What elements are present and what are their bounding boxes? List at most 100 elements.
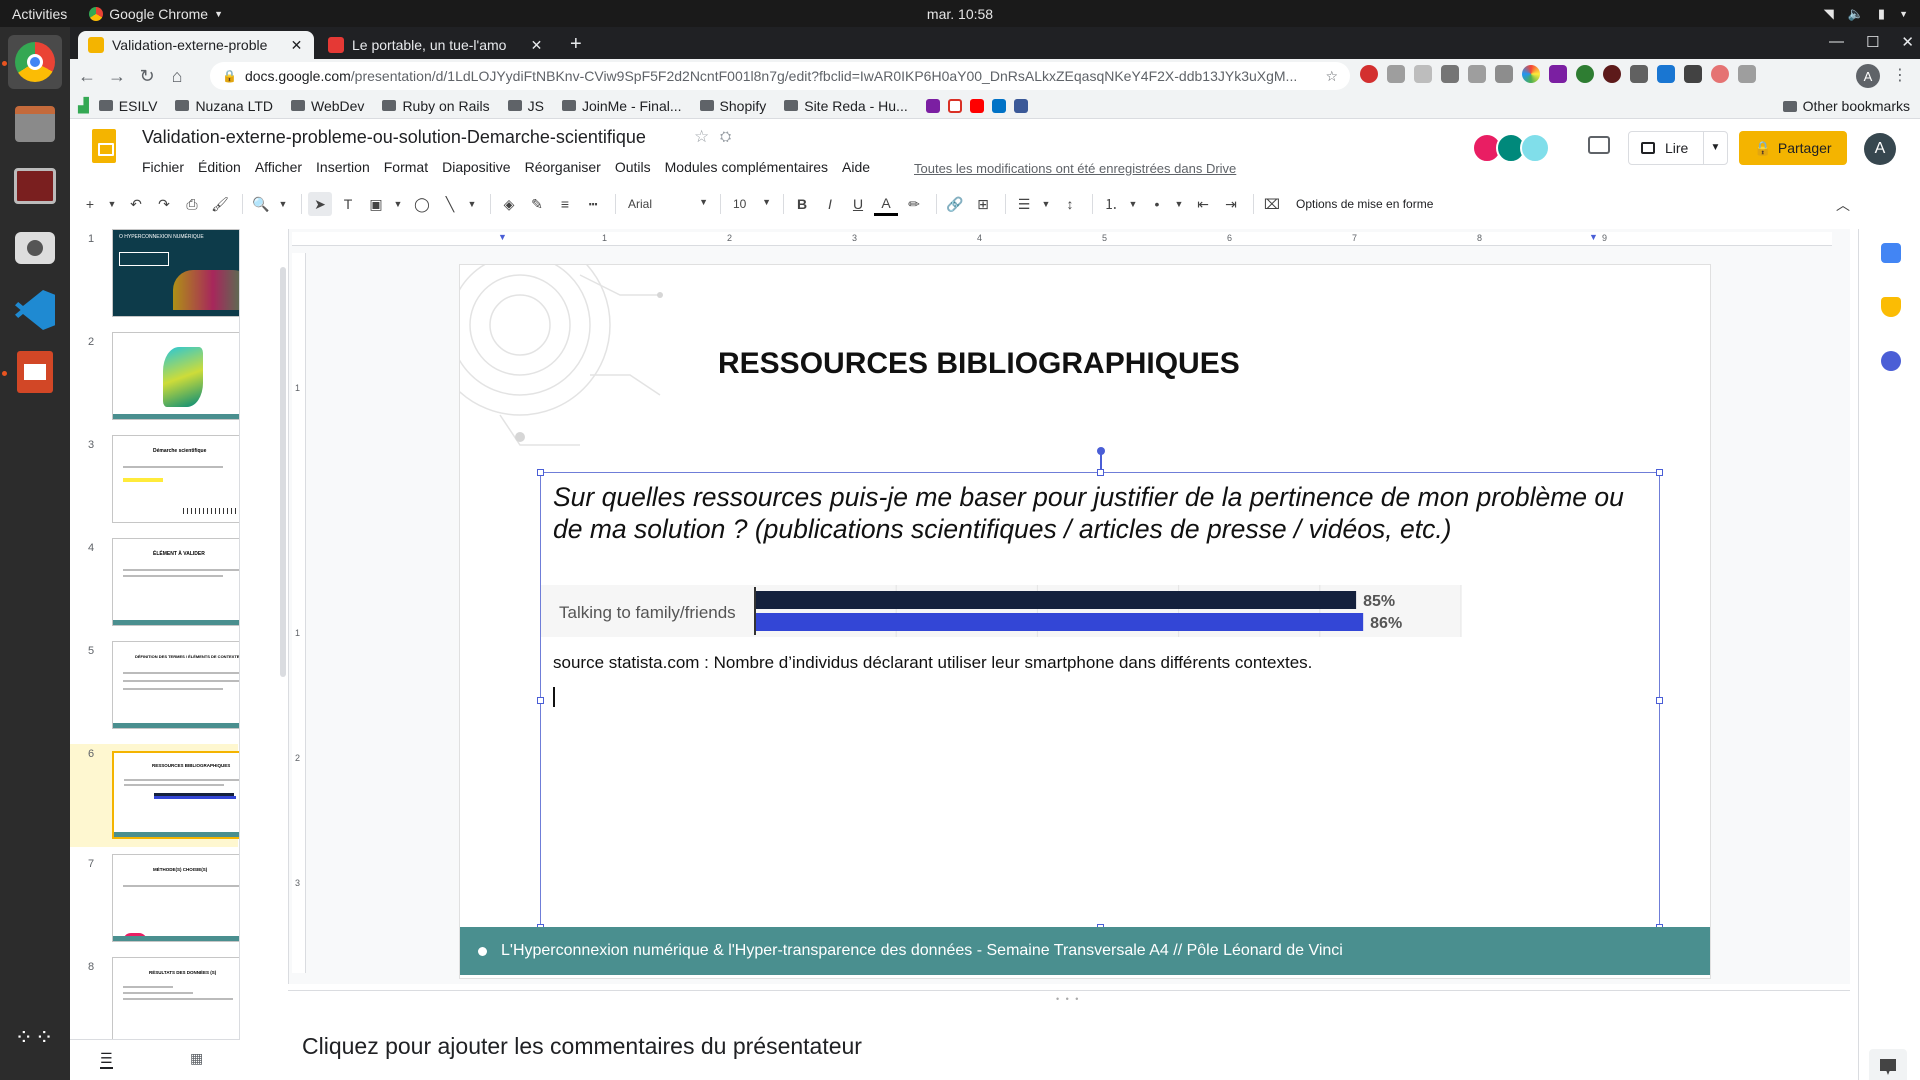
extension-icon[interactable] bbox=[1414, 65, 1432, 83]
question-text[interactable]: Sur quelles ressources puis-je me baser … bbox=[553, 481, 1653, 545]
numbered-list-icon[interactable]: ⒈ bbox=[1099, 192, 1123, 216]
dock-terminal-app[interactable] bbox=[8, 159, 62, 213]
calendar-icon[interactable] bbox=[1881, 243, 1901, 263]
rotation-handle[interactable] bbox=[1097, 447, 1105, 455]
menu-fichier[interactable]: Fichier bbox=[142, 159, 184, 175]
dock-files[interactable] bbox=[8, 97, 62, 151]
extension-icon[interactable] bbox=[1630, 65, 1648, 83]
maximize-icon[interactable]: ☐ bbox=[1866, 33, 1879, 51]
explore-button[interactable] bbox=[1869, 1049, 1907, 1080]
home-icon[interactable]: ⌂ bbox=[162, 66, 192, 87]
border-weight-icon[interactable]: ≡ bbox=[553, 192, 577, 216]
text-box-icon[interactable]: T bbox=[336, 192, 360, 216]
add-comment-icon[interactable]: ⊞ bbox=[971, 192, 995, 216]
text-color-icon[interactable]: A bbox=[874, 192, 898, 216]
menu-format[interactable]: Format bbox=[384, 159, 428, 175]
font-size-select[interactable]: 10 ▼ bbox=[727, 197, 777, 211]
clock[interactable]: mar. 10:58 bbox=[0, 6, 1920, 22]
resize-handle[interactable] bbox=[1097, 469, 1104, 476]
extension-icon[interactable] bbox=[1387, 65, 1405, 83]
fill-color-icon[interactable]: ◈ bbox=[497, 192, 521, 216]
evernote-icon[interactable] bbox=[1576, 65, 1594, 83]
bookmark-folder[interactable]: Ruby on Rails bbox=[382, 98, 490, 114]
tab-portable[interactable]: Le portable, un tue-l'amo ✕ bbox=[318, 31, 554, 59]
other-bookmarks[interactable]: Other bookmarks bbox=[1782, 98, 1910, 114]
slide-thumbnail[interactable]: RESSOURCES BIBLIOGRAPHIQUES bbox=[112, 751, 239, 839]
share-button[interactable]: 🔒 Partager bbox=[1739, 131, 1847, 165]
menu-modules[interactable]: Modules complémentaires bbox=[665, 159, 828, 175]
present-button[interactable]: Lire ▼ bbox=[1628, 131, 1728, 165]
youtube-icon[interactable] bbox=[969, 98, 984, 113]
underline-icon[interactable]: U bbox=[846, 192, 870, 216]
chevron-down-icon[interactable]: ▼ bbox=[1703, 132, 1727, 164]
activities-button[interactable]: Activities bbox=[0, 6, 79, 22]
italic-icon[interactable]: I bbox=[818, 192, 842, 216]
slide-thumbnail[interactable] bbox=[112, 332, 239, 420]
chevron-down-icon[interactable]: ▼ bbox=[1127, 192, 1139, 216]
reload-icon[interactable]: ↻ bbox=[132, 66, 162, 87]
selected-text-box[interactable]: Sur quelles ressources puis-je me baser … bbox=[537, 447, 1663, 931]
menu-insertion[interactable]: Insertion bbox=[316, 159, 370, 175]
chevron-up-icon[interactable]: ︿ bbox=[1836, 195, 1850, 215]
slides-logo-icon[interactable] bbox=[92, 129, 116, 163]
slide-title[interactable]: RESSOURCES BIBLIOGRAPHIQUES bbox=[718, 347, 1240, 381]
image-icon[interactable]: ▣ bbox=[364, 192, 388, 216]
resize-handle[interactable] bbox=[1656, 697, 1663, 704]
thumbnail-row[interactable]: 8 RÉSULTATS DES DONNÉES (S) bbox=[70, 957, 239, 1039]
more-icon[interactable]: ⋮ bbox=[1892, 65, 1908, 85]
chevron-down-icon[interactable]: ▼ bbox=[392, 192, 404, 216]
slide-thumbnail[interactable]: DÉFINITION DES TERMES / ÉLÉMENTS DE CONT… bbox=[112, 641, 239, 729]
notes-resize-handle[interactable]: • • • bbox=[1056, 994, 1080, 1004]
menu-diapositive[interactable]: Diapositive bbox=[442, 159, 510, 175]
resize-handle[interactable] bbox=[1656, 469, 1663, 476]
outlook-icon[interactable] bbox=[991, 98, 1006, 113]
ruler-indent-marker[interactable]: ▼ bbox=[1589, 232, 1598, 242]
bookmark-folder[interactable]: Site Reda - Hu... bbox=[784, 98, 908, 114]
shape-icon[interactable]: ◯ bbox=[410, 192, 434, 216]
system-tray[interactable]: ◥ 🔈 ▮ ▼ bbox=[1824, 0, 1908, 27]
bookmark-folder[interactable]: ESILV bbox=[98, 98, 157, 114]
link-icon[interactable]: 🔗 bbox=[943, 192, 967, 216]
extension-icon[interactable] bbox=[1657, 65, 1675, 83]
speaker-notes[interactable]: • • • Cliquez pour ajouter les commentai… bbox=[288, 990, 1850, 1080]
resize-handle[interactable] bbox=[537, 469, 544, 476]
bookmark-folder[interactable]: WebDev bbox=[291, 98, 364, 114]
extension-icon[interactable] bbox=[1549, 65, 1567, 83]
extension-icon[interactable] bbox=[1603, 65, 1621, 83]
bookmark-folder[interactable]: JoinMe - Final... bbox=[561, 98, 682, 114]
menu-afficher[interactable]: Afficher bbox=[255, 159, 302, 175]
anonymous-animal-icon[interactable] bbox=[1520, 133, 1550, 163]
grid-view-icon[interactable]: ▦ bbox=[190, 1050, 203, 1067]
thumbnail-row[interactable]: 2 bbox=[70, 332, 239, 428]
bookmark-folder[interactable]: Shopify bbox=[699, 98, 766, 114]
tab-validation[interactable]: Validation-externe-proble ✕ bbox=[78, 31, 314, 59]
thumbnail-row[interactable]: 1 O HYPERCONNEXION NUMÉRIQUE bbox=[70, 229, 239, 325]
back-icon[interactable]: ← bbox=[72, 66, 102, 87]
chevron-down-icon[interactable]: ▼ bbox=[466, 192, 478, 216]
slide-thumbnail[interactable]: O HYPERCONNEXION NUMÉRIQUE bbox=[112, 229, 239, 317]
keep-icon[interactable] bbox=[1881, 297, 1901, 317]
highlight-icon[interactable]: ✏ bbox=[902, 192, 926, 216]
menu-aide[interactable]: Aide bbox=[842, 159, 870, 175]
bookmark-folder[interactable]: Nuzana LTD bbox=[175, 98, 273, 114]
star-icon[interactable]: ☆ bbox=[1325, 68, 1338, 85]
slack-icon[interactable] bbox=[925, 98, 940, 113]
redo-icon[interactable]: ↷ bbox=[152, 192, 176, 216]
tasks-icon[interactable] bbox=[1881, 351, 1901, 371]
extension-icon[interactable] bbox=[1738, 65, 1756, 83]
chevron-down-icon[interactable]: ▼ bbox=[1040, 192, 1052, 216]
menu-edition[interactable]: Édition bbox=[198, 159, 241, 175]
dock-vscode[interactable] bbox=[8, 283, 62, 337]
gmail-icon[interactable] bbox=[947, 98, 962, 113]
vertical-ruler[interactable]: 1 1 2 3 bbox=[292, 253, 306, 973]
menu-outils[interactable]: Outils bbox=[615, 159, 651, 175]
move-to-drive-icon[interactable]: ⛭ bbox=[720, 128, 731, 145]
undo-icon[interactable]: ↶ bbox=[124, 192, 148, 216]
address-bar[interactable]: 🔒 docs.google.com/presentation/d/1LdLOJY… bbox=[210, 62, 1350, 90]
border-dash-icon[interactable]: ┅ bbox=[581, 192, 605, 216]
bookmark-folder[interactable]: JS bbox=[507, 98, 544, 114]
bulleted-list-icon[interactable]: • bbox=[1145, 192, 1169, 216]
slide-thumbnail[interactable]: MÉTHODE(S) CHOISIE(S) bbox=[112, 854, 239, 942]
facebook-icon[interactable] bbox=[1013, 98, 1028, 113]
line-icon[interactable]: ╲ bbox=[438, 192, 462, 216]
